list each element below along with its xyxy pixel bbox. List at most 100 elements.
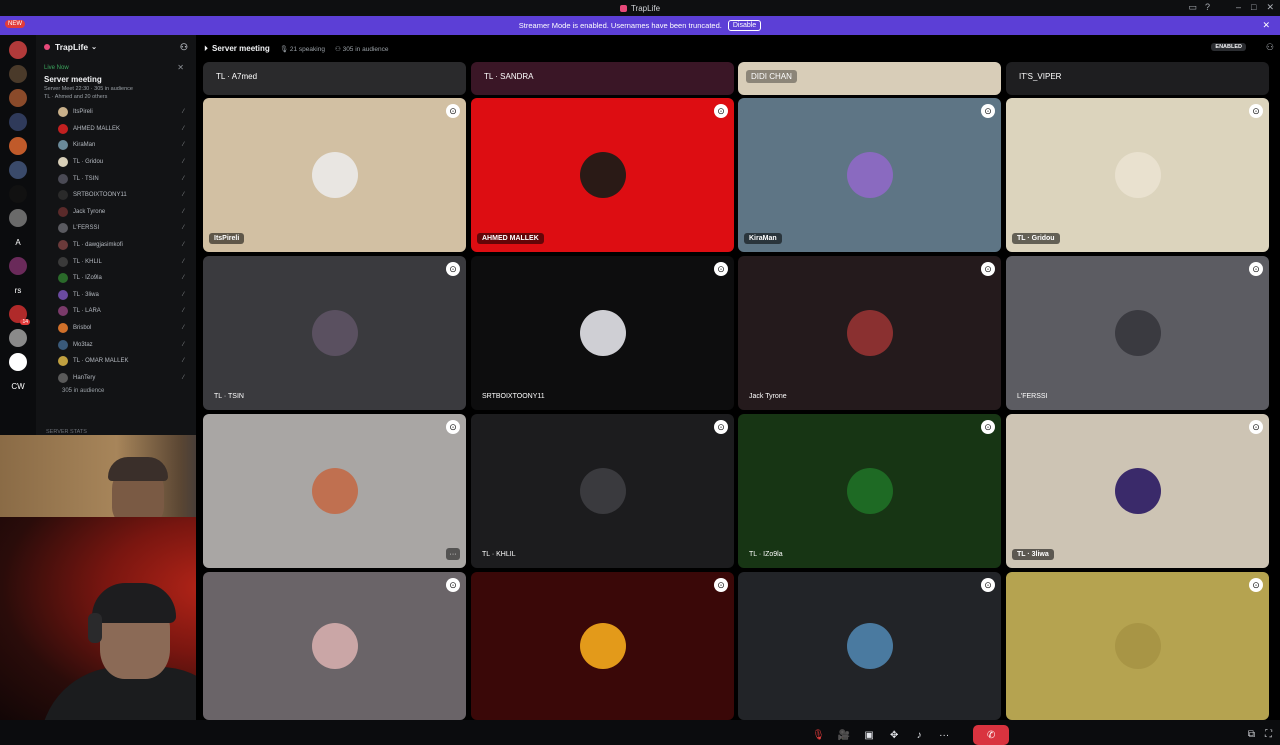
server-icon[interactable] bbox=[9, 161, 27, 179]
disable-streamer-mode-button[interactable]: Disable bbox=[727, 20, 762, 31]
participant-tile[interactable]: TL · SANDRA bbox=[471, 62, 734, 95]
participant-tile[interactable]: ⊙ ··· bbox=[203, 414, 466, 568]
server-icon[interactable] bbox=[9, 137, 27, 155]
stage-member[interactable]: Jack Tyrone ⁄ bbox=[36, 204, 196, 221]
server-icon[interactable] bbox=[9, 353, 27, 371]
activity-button[interactable]: ✥ bbox=[884, 725, 904, 745]
participant-tile[interactable]: ⊙ TL · Gridou bbox=[1006, 98, 1269, 252]
server-icon[interactable] bbox=[9, 113, 27, 131]
tile-options-icon[interactable]: ⊙ bbox=[1249, 578, 1263, 592]
guild-header[interactable]: TrapLife ⌄ ⚇ bbox=[36, 35, 196, 59]
more-options-button[interactable]: ··· bbox=[934, 725, 954, 745]
minimize-icon[interactable]: – bbox=[1236, 2, 1241, 13]
tile-options-icon[interactable]: ⊙ bbox=[981, 420, 995, 434]
speaking-count: 🎙 21 speaking bbox=[279, 45, 325, 53]
avatar bbox=[311, 310, 358, 356]
participant-tile[interactable]: ⊙ bbox=[738, 572, 1001, 720]
tile-options-icon[interactable]: ⊙ bbox=[981, 262, 995, 276]
screen-share-button[interactable]: ▣ bbox=[859, 725, 879, 745]
audience-count[interactable]: 305 in audience bbox=[36, 386, 196, 394]
tile-options-icon[interactable]: ⊙ bbox=[714, 420, 728, 434]
server-icon[interactable]: rs bbox=[9, 281, 27, 299]
tile-options-icon[interactable]: ⊙ bbox=[1249, 104, 1263, 118]
stage-member[interactable]: TL · IZo9la ⁄ bbox=[36, 270, 196, 287]
stage-member[interactable]: TL · OMAR MALLEK ⁄ bbox=[36, 353, 196, 370]
close-icon[interactable]: ✕ bbox=[1266, 2, 1274, 13]
participant-tile[interactable]: ⊙ bbox=[471, 572, 734, 720]
stage-member[interactable]: SRTBOIXTOONY11 ⁄ bbox=[36, 187, 196, 204]
streamer-enabled-badge[interactable]: ENABLED bbox=[1211, 43, 1246, 51]
maximize-icon[interactable]: □ bbox=[1251, 2, 1256, 13]
tile-options-icon[interactable]: ⊙ bbox=[446, 262, 460, 276]
participant-tile[interactable]: DIDI CHAN bbox=[738, 62, 1001, 95]
stage-member[interactable]: Mo3taz ⁄ bbox=[36, 336, 196, 353]
stage-member[interactable]: KiraMan ⁄ bbox=[36, 137, 196, 154]
tile-options-icon[interactable]: ⊙ bbox=[1249, 262, 1263, 276]
stage-member[interactable]: TL · 3liwa ⁄ bbox=[36, 287, 196, 304]
leave-call-button[interactable]: ✆ bbox=[973, 725, 1010, 745]
more-icon[interactable]: ··· bbox=[446, 548, 460, 560]
server-icon[interactable]: A bbox=[9, 233, 27, 251]
avatar bbox=[58, 140, 68, 151]
fullscreen-icon[interactable]: ⛶ bbox=[1265, 729, 1272, 740]
server-icon[interactable]: CW bbox=[9, 377, 27, 395]
stage-member[interactable]: Brisbol ⁄ bbox=[36, 320, 196, 337]
server-icon[interactable] bbox=[9, 257, 27, 275]
stage-member[interactable]: HanTery ⁄ bbox=[36, 370, 196, 387]
participant-name: DIDI CHAN bbox=[746, 70, 797, 83]
soundboard-button[interactable]: ♪ bbox=[909, 725, 929, 745]
participant-tile[interactable]: ⊙ bbox=[1006, 572, 1269, 720]
participant-name: TL · TSIN bbox=[214, 393, 244, 400]
mic-muted-icon: ⁄ bbox=[182, 275, 184, 282]
server-icon[interactable]: 14 bbox=[9, 305, 30, 325]
participant-tile[interactable]: ⊙ TL · TSIN bbox=[203, 256, 466, 410]
member-name: TL · dawgjasimkofi bbox=[73, 242, 123, 249]
banner-text: Streamer Mode is enabled. Usernames have… bbox=[518, 21, 722, 30]
participant-tile[interactable]: ⊙ L'FERSSI bbox=[1006, 256, 1269, 410]
server-icon[interactable] bbox=[9, 89, 27, 107]
stage-member[interactable]: ItsPireli ⁄ bbox=[36, 104, 196, 121]
participant-tile[interactable]: ⊙ TL · KHLIL bbox=[471, 414, 734, 568]
tile-options-icon[interactable]: ⊙ bbox=[714, 104, 728, 118]
tile-options-icon[interactable]: ⊙ bbox=[446, 578, 460, 592]
stage-member[interactable]: AHMED MALLEK ⁄ bbox=[36, 121, 196, 138]
participant-tile[interactable]: ⊙ bbox=[203, 572, 466, 720]
live-close-icon[interactable]: ✕ bbox=[177, 63, 184, 72]
popout-icon[interactable]: ⧉ bbox=[1248, 729, 1255, 740]
server-icon[interactable] bbox=[9, 185, 27, 203]
server-icon[interactable] bbox=[9, 65, 27, 83]
add-member-icon[interactable]: ⚇ bbox=[180, 42, 188, 53]
participant-tile[interactable]: ⊙ Jack Tyrone bbox=[738, 256, 1001, 410]
participant-tile[interactable]: IT'S_VIPER bbox=[1006, 62, 1269, 95]
stage-member[interactable]: TL · dawgjasimkofi ⁄ bbox=[36, 237, 196, 254]
help-icon[interactable]: ? bbox=[1205, 2, 1210, 13]
tile-options-icon[interactable]: ⊙ bbox=[981, 104, 995, 118]
server-icon[interactable] bbox=[9, 209, 27, 227]
participant-tile[interactable]: ⊙ TL · IZo9la bbox=[738, 414, 1001, 568]
banner-close-icon[interactable]: ✕ bbox=[1262, 20, 1270, 31]
tile-options-icon[interactable]: ⊙ bbox=[446, 420, 460, 434]
participant-tile[interactable]: ⊙ AHMED MALLEK bbox=[471, 98, 734, 252]
stage-member[interactable]: TL · KHLIL ⁄ bbox=[36, 253, 196, 270]
participant-tile[interactable]: TL · A7med bbox=[203, 62, 466, 95]
stage-member[interactable]: L'FERSSI ⁄ bbox=[36, 220, 196, 237]
participant-tile[interactable]: ⊙ TL · 3liwa bbox=[1006, 414, 1269, 568]
tile-options-icon[interactable]: ⊙ bbox=[714, 262, 728, 276]
stage-member[interactable]: TL · TSIN ⁄ bbox=[36, 170, 196, 187]
tile-options-icon[interactable]: ⊙ bbox=[981, 578, 995, 592]
stage-channel-title[interactable]: Server meeting bbox=[36, 71, 196, 84]
participant-tile[interactable]: ⊙ SRTBOIXTOONY11 bbox=[471, 256, 734, 410]
mute-button[interactable]: 🎙 bbox=[808, 725, 829, 745]
stage-member[interactable]: TL · LARA ⁄ bbox=[36, 303, 196, 320]
participant-tile[interactable]: ⊙ ItsPireli bbox=[203, 98, 466, 252]
inbox-icon[interactable]: ▭ bbox=[1188, 2, 1197, 13]
tile-options-icon[interactable]: ⊙ bbox=[714, 578, 728, 592]
stage-member[interactable]: TL · Gridou ⁄ bbox=[36, 154, 196, 171]
camera-button[interactable]: 🎥 bbox=[834, 725, 854, 745]
server-icon[interactable] bbox=[9, 329, 27, 347]
tile-options-icon[interactable]: ⊙ bbox=[446, 104, 460, 118]
participant-tile[interactable]: ⊙ KiraMan bbox=[738, 98, 1001, 252]
tile-options-icon[interactable]: ⊙ bbox=[1249, 420, 1263, 434]
members-icon[interactable]: ⚇ bbox=[1266, 42, 1274, 53]
server-icon[interactable] bbox=[9, 41, 27, 59]
